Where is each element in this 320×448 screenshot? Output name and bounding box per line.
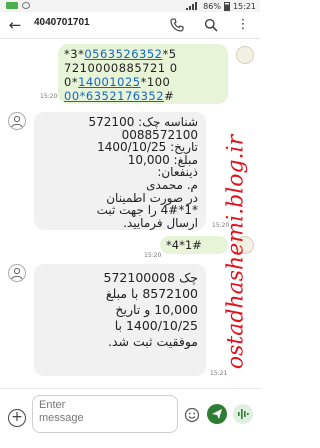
notification-icon: [6, 2, 18, 9]
phone-link: 14001025: [78, 75, 141, 89]
battery-percent: 86%: [203, 1, 221, 11]
avatar: [236, 46, 254, 64]
person-icon: [11, 267, 23, 280]
message-line: چک 572100008: [103, 270, 198, 285]
sync-icon: [22, 2, 30, 9]
message-line: موفقیت ثبت شد.: [108, 334, 198, 349]
contact-avatar[interactable]: [8, 112, 26, 130]
message-input[interactable]: Enter message: [32, 395, 178, 433]
voice-message-icon[interactable]: [232, 403, 254, 425]
back-arrow-icon[interactable]: ←: [6, 16, 24, 34]
message-line: *3*0563526352*5: [64, 47, 177, 61]
message-line: تاریخ: 1400/10/25: [97, 140, 198, 155]
message-line: 7210000885721 0: [64, 61, 178, 75]
message-line: 0*14001025*100: [64, 75, 171, 89]
message-line: 8572100 با مبلغ: [105, 286, 198, 301]
message-line: م. محمدی: [146, 177, 198, 192]
incoming-message[interactable]: چک 572100008 8572100 با مبلغ 10,000 و تاری…: [34, 264, 206, 376]
outgoing-message[interactable]: *3*0563526352*5 7210000885721 0 0*140010…: [58, 44, 228, 104]
message-time: 15:20: [144, 252, 162, 259]
signal-icon: [186, 2, 198, 10]
message-line: 1400/10/25 با: [114, 318, 198, 333]
message-time: 15:20: [40, 93, 58, 100]
contact-title: 4040701701: [34, 17, 90, 28]
message-line: *1*4# را جهت ثبت: [96, 203, 198, 218]
conversation-header: ← 4040701701 ⋮: [0, 12, 260, 39]
message-line: ارسال فرمایید.: [123, 215, 198, 230]
blog-watermark: ostadhashemi.blog.ir: [214, 108, 258, 396]
search-icon[interactable]: [204, 18, 218, 32]
incoming-message[interactable]: شناسه چک: 572100 0088572100 تاریخ: 1400/10…: [34, 112, 206, 230]
phone-link: 0563526352: [84, 47, 163, 61]
message-line: شناسه چک: 572100: [88, 115, 198, 129]
phone-icon[interactable]: [170, 18, 184, 32]
message-line: 10,000 و تاریخ: [115, 302, 198, 317]
status-bar: 86% 15:21: [0, 0, 260, 12]
compose-bar: + Enter message: [0, 388, 260, 448]
person-icon: [11, 115, 23, 128]
message-line: 00*6352176352#: [64, 89, 175, 103]
message-input-placeholder: Enter message: [39, 399, 84, 424]
contact-avatar[interactable]: [8, 264, 26, 282]
send-icon[interactable]: [206, 403, 228, 425]
watermark-text: ostadhashemi.blog.ir: [223, 134, 249, 370]
battery-icon: [223, 1, 230, 11]
add-attachment-icon[interactable]: +: [8, 409, 26, 427]
phone-link: 00*6352176352: [64, 89, 165, 103]
emoji-icon[interactable]: [184, 407, 200, 423]
more-vert-icon[interactable]: ⋮: [236, 18, 250, 32]
status-time: 15:21: [232, 1, 256, 11]
